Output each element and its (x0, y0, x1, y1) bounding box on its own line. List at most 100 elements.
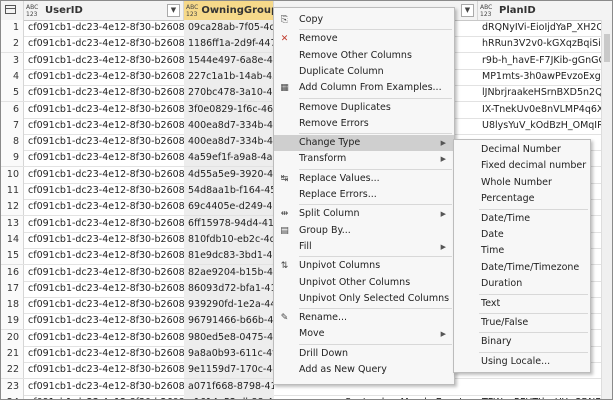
cell-owninggroup[interactable]: 980ed5e8-0475-4d5a-a2 (184, 329, 274, 346)
menu-item-drill-down[interactable]: Drill Down (274, 346, 454, 362)
cell-userid[interactable]: cf091cb1-dc23-4e12-8f30-b26085eab810 (24, 183, 184, 199)
filter-dropdown-icon[interactable]: ▼ (167, 4, 180, 17)
cell-owninggroup[interactable]: 9a8a0b93-611c-4f26-ba6 (184, 346, 274, 362)
cell-userid[interactable]: cf091cb1-dc23-4e12-8f30-b26085eab810 (24, 265, 184, 281)
row-number[interactable]: 9 (1, 150, 24, 167)
cell-planid[interactable]: TFWcu5FUTtb--HYw2RNFxZWQA (478, 395, 612, 399)
type-option-text[interactable]: Text (454, 296, 590, 312)
type-option-time[interactable]: Time (454, 243, 590, 259)
row-number[interactable]: 20 (1, 329, 24, 346)
cell-owninggroup[interactable]: 09ca28ab-7f05-4d71-995 (184, 20, 274, 36)
cell-userid[interactable]: cf091cb1-dc23-4e12-8f30-b26085eab810 (24, 395, 184, 399)
row-number[interactable]: 2 (1, 36, 24, 53)
menu-item-copy[interactable]: ⎘ Copy (274, 12, 454, 28)
menu-item-replace-errors[interactable]: Replace Errors... (274, 187, 454, 203)
cell-userid[interactable]: cf091cb1-dc23-4e12-8f30-b26085eab810 (24, 330, 184, 346)
cell-planid[interactable]: lJNbrjraakeHSrnBXD5n2QAGr4C (478, 85, 612, 101)
vertical-scrollbar[interactable] (601, 20, 612, 399)
menu-item-remove-duplicates[interactable]: Remove Duplicates (274, 100, 454, 116)
row-number[interactable]: 5 (1, 85, 24, 102)
row-number[interactable]: 7 (1, 117, 24, 134)
row-number[interactable]: 10 (1, 166, 24, 183)
cell-userid[interactable]: cf091cb1-dc23-4e12-8f30-b26085eab810 (24, 362, 184, 378)
row-number[interactable]: 16 (1, 264, 24, 281)
cell-owninggroup[interactable]: 939290fd-1e2a-4456-aa (184, 297, 274, 314)
column-header-owninggroup[interactable]: ABC 123 OwningGroup (184, 1, 278, 20)
column-header-userid[interactable]: ABC 123 UserID ▼ (24, 1, 184, 20)
cell-owninggroup[interactable]: 6ff15978-94d4-414f-a49 (184, 215, 274, 232)
menu-item-remove-other-columns[interactable]: Remove Other Columns (274, 48, 454, 64)
type-option-fixed-decimal-number[interactable]: Fixed decimal number (454, 158, 590, 174)
cell-planid[interactable]: hRRun3V2v0-kGXqzBqiSiGQACC (478, 36, 612, 52)
cell-userid[interactable]: cf091cb1-dc23-4e12-8f30-b26085eab810 (24, 134, 184, 150)
cell-planid[interactable]: dRQNyIVi-EioIjdYaP_XH2QAGk3X (478, 20, 612, 36)
row-number[interactable]: 14 (1, 231, 24, 248)
row-number[interactable]: 8 (1, 134, 24, 151)
row-number[interactable]: 11 (1, 183, 24, 199)
type-option-whole-number[interactable]: Whole Number (454, 175, 590, 191)
type-option-date-time[interactable]: Date/Time (454, 211, 590, 227)
menu-item-add-as-new-query[interactable]: Add as New Query (274, 362, 454, 378)
cell-userid[interactable]: cf091cb1-dc23-4e12-8f30-b26085eab810 (24, 36, 184, 52)
cell-owninggroup[interactable]: 1186ff1a-2d9f-4476-a5c2 (184, 36, 274, 53)
row-number[interactable]: 6 (1, 101, 24, 118)
row-number[interactable]: 22 (1, 362, 24, 379)
cell-userid[interactable]: cf091cb1-dc23-4e12-8f30-b26085eab810 (24, 232, 184, 248)
type-option-using-locale[interactable]: Using Locale... (454, 354, 590, 370)
cell-planid[interactable]: U8lysYuV_kOdBzH_OMqIR2QAF (478, 118, 612, 134)
cell-owninggroup[interactable]: a1614a52-db88-49c0-b9e8-aa68142145f3 (184, 394, 274, 399)
menu-item-fill[interactable]: Fill ▶ (274, 239, 454, 255)
cell-userid[interactable]: cf091cb1-dc23-4e12-8f30-b26085eab810 (24, 150, 184, 166)
row-number[interactable]: 4 (1, 68, 24, 85)
row-number[interactable]: 19 (1, 313, 24, 330)
row-number[interactable]: 23 (1, 378, 24, 395)
table-menu-button[interactable] (1, 1, 24, 20)
type-option-date[interactable]: Date (454, 227, 590, 243)
menu-item-remove[interactable]: ✕ Remove (274, 31, 454, 47)
cell-owninggroup[interactable]: 4a59ef1f-a9a8-4a61-892 (184, 150, 274, 167)
cell-userid[interactable]: cf091cb1-dc23-4e12-8f30-b26085eab810 (24, 297, 184, 313)
cell-owninggroup[interactable]: 1544e497-6a8e-4ad6-b0 (184, 52, 274, 69)
cell-hidden-column[interactable]: September Morale Event (341, 395, 461, 399)
column-header-planid[interactable]: ABC 123 PlanID (478, 1, 612, 20)
menu-item-transform[interactable]: Transform ▶ (274, 151, 454, 167)
cell-userid[interactable]: cf091cb1-dc23-4e12-8f30-b26085eab810 (24, 248, 184, 264)
cell-userid[interactable]: cf091cb1-dc23-4e12-8f30-b26085eab810 (24, 346, 184, 362)
type-option-date-time-timezone[interactable]: Date/Time/Timezone (454, 260, 590, 276)
cell-owninggroup[interactable]: 227c1a1b-14ab-4529-b5 (184, 68, 274, 85)
row-number[interactable]: 1 (1, 20, 24, 36)
cell-owninggroup[interactable]: 82ae9204-b15b-49df-85 (184, 264, 274, 281)
type-option-duration[interactable]: Duration (454, 276, 590, 292)
cell-owninggroup[interactable]: 96791466-b66b-48c8-a0 (184, 313, 274, 330)
cell-userid[interactable]: cf091cb1-dc23-4e12-8f30-b26085eab810 (24, 85, 184, 101)
cell-owninggroup[interactable]: 9e1159d7-170c-4440-a2 (184, 362, 274, 379)
cell-planid[interactable]: MP1mts-3h0awPEvzoExgY2QAA (478, 69, 612, 85)
cell-owninggroup[interactable]: 4d55a5e9-3920-4a1a-8e (184, 166, 274, 183)
cell-planid[interactable]: IX-TnekUv0e8nVLMP4q6X2QAB (478, 102, 612, 118)
menu-item-unpivot-columns[interactable]: ⇅ Unpivot Columns (274, 258, 454, 274)
menu-item-unpivot-other-columns[interactable]: Unpivot Other Columns (274, 275, 454, 291)
cell-owninggroup[interactable]: 86093d72-bfa1-41b2-a1 (184, 280, 274, 297)
row-number[interactable]: 21 (1, 346, 24, 362)
cell-userid[interactable]: cf091cb1-dc23-4e12-8f30-b26085eab810 (24, 167, 184, 183)
menu-item-group-by[interactable]: ▤ Group By... (274, 223, 454, 239)
cell-userid[interactable]: cf091cb1-dc23-4e12-8f30-b26085eab810 (24, 199, 184, 215)
cell-userid[interactable]: cf091cb1-dc23-4e12-8f30-b26085eab810 (24, 20, 184, 36)
menu-item-add-column-from-examples[interactable]: ▦ Add Column From Examples... (274, 80, 454, 96)
cell-userid[interactable]: cf091cb1-dc23-4e12-8f30-b26085eab810 (24, 379, 184, 395)
menu-item-remove-errors[interactable]: Remove Errors (274, 116, 454, 132)
menu-item-change-type[interactable]: Change Type ▶ (274, 135, 454, 152)
table-row[interactable]: 24cf091cb1-dc23-4e12-8f30-b26085eab810a1… (1, 394, 612, 399)
row-number[interactable]: 24 (1, 394, 24, 399)
cell-owninggroup[interactable]: 400ea8d7-334b-4d26-b9 (184, 134, 274, 151)
menu-item-move[interactable]: Move ▶ (274, 326, 454, 342)
type-option-binary[interactable]: Binary (454, 334, 590, 350)
type-any-icon[interactable]: ABC 123 (186, 4, 198, 18)
cell-userid[interactable]: cf091cb1-dc23-4e12-8f30-b26085eab810 (24, 281, 184, 297)
row-number[interactable]: 18 (1, 297, 24, 314)
menu-item-unpivot-only-selected-columns[interactable]: Unpivot Only Selected Columns (274, 291, 454, 307)
filter-dropdown-icon[interactable]: ▼ (461, 4, 474, 17)
cell-owninggroup[interactable]: 54d8aa1b-f164-4541-90c (184, 183, 274, 199)
row-number[interactable]: 13 (1, 215, 24, 232)
cell-userid[interactable]: cf091cb1-dc23-4e12-8f30-b26085eab810 (24, 313, 184, 329)
